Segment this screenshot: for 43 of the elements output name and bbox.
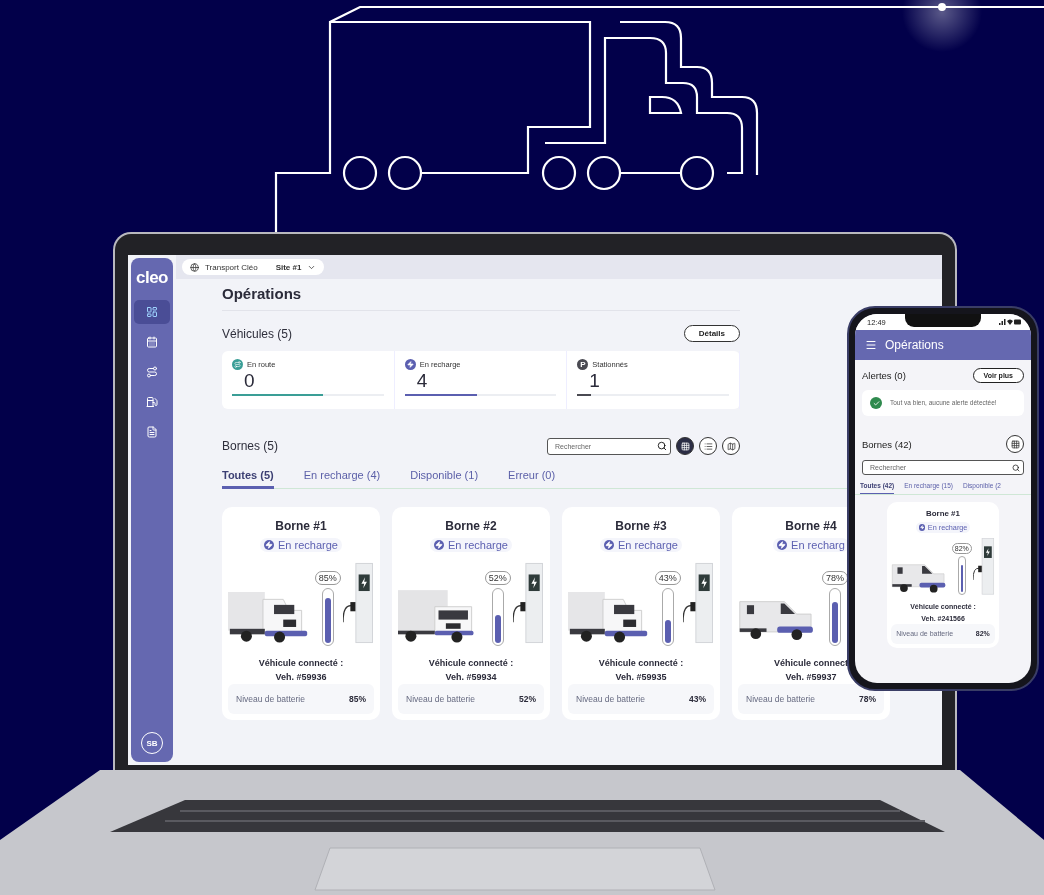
battery-value: 52% [519, 694, 536, 705]
section-title: Véhicules (5) [222, 326, 293, 341]
station-title: Borne #2 [445, 518, 497, 533]
status-badge: En recharge [600, 537, 682, 552]
battery-percent: 43% [654, 570, 681, 585]
section-title: Alertes (0) [862, 370, 906, 381]
connected-vehicle-text: Véhicule connecté : Veh. #59936 [258, 656, 344, 684]
battery-percent: 78% [822, 570, 848, 585]
station-card[interactable]: Borne #2 En recharge 52% Véhicule connecté : Veh. #59934 Niveau de batterie 52% [392, 506, 550, 721]
station-title: Borne #3 [615, 518, 667, 533]
battery-label: Niveau de batterie [236, 694, 305, 705]
status-badge: En recharge [260, 537, 342, 552]
filter-tab[interactable]: Disponible (1) [410, 469, 479, 489]
filter-tab[interactable]: Toutes (5) [222, 469, 274, 489]
status-badge: En recharge [430, 537, 512, 552]
battery-value: 78% [859, 694, 876, 705]
connected-vehicle-text: Véhicule connecté : Veh. #59935 [598, 656, 684, 684]
filter-tab[interactable]: Erreur (0) [508, 469, 556, 489]
station-title: Borne #1 [275, 518, 327, 533]
section-title: Bornes (42) [862, 438, 912, 450]
station-title: Borne #4 [785, 518, 837, 533]
stat-value: 0 [244, 370, 256, 392]
status-badge: En recharg [773, 537, 849, 552]
logo: cleo [136, 268, 168, 288]
section-title: Bornes (5) [222, 439, 279, 453]
battery-value: 85% [349, 694, 366, 705]
details-button[interactable]: Détails [683, 325, 740, 342]
battery-label: Niveau de batterie [576, 694, 645, 705]
battery-percent: 85% [314, 570, 341, 585]
app-title: Opérations [885, 338, 944, 352]
connected-vehicle-text: Véhicule connecté : Veh. #59934 [428, 656, 514, 684]
battery-value: 43% [689, 694, 706, 705]
stat-value: 4 [416, 370, 429, 392]
station-card[interactable]: Borne #3 En recharge 43% Véhicule connecté : Veh. #59935 Niveau de batterie 43% [562, 506, 720, 721]
station-card[interactable]: Borne #1 En recharge 85% Véhicule connecté : Veh. #59936 Niveau de batterie 85% [222, 506, 380, 721]
page-title: Opérations [222, 285, 740, 311]
battery-percent: 52% [484, 570, 511, 585]
battery-label: Niveau de batterie [406, 694, 475, 705]
stat-value: 1 [589, 370, 601, 392]
site-selector[interactable]: Transport Cléo Site #1 [182, 259, 325, 275]
battery-label: Niveau de batterie [746, 694, 815, 705]
filter-tab[interactable]: En recharge (4) [303, 469, 381, 489]
parking-icon: P [577, 359, 589, 370]
